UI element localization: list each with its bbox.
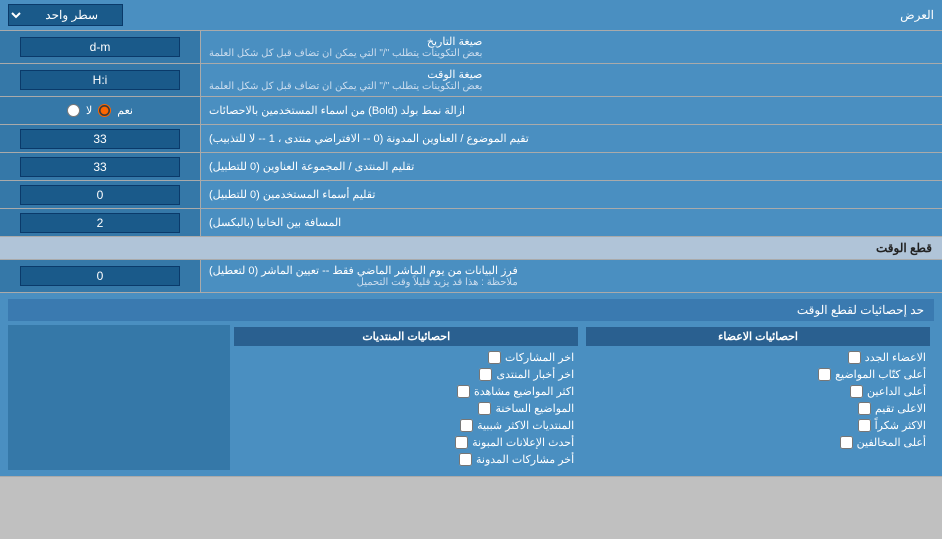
radio-no[interactable] — [67, 104, 80, 117]
forum-sort-row: تقليم المنتدى / المجموعة العناوين (0 للت… — [0, 153, 942, 181]
time-cut-header: قطع الوقت — [0, 237, 942, 260]
stat-most-thanks: الاكثر شكراً — [586, 417, 930, 434]
forum-stats-col: احصائيات المنتديات اخر المشاركات اخر أخب… — [230, 325, 582, 470]
cell-distance-row: المسافة بين الخانيا (بالبكسل) — [0, 209, 942, 237]
checkbox-popular-forums[interactable] — [460, 419, 473, 432]
stat-last-blog-posts: أخر مشاركات المدونة — [234, 451, 578, 468]
checkbox-last-news[interactable] — [479, 368, 492, 381]
stat-top-rated: الاعلى تقيم — [586, 400, 930, 417]
radio-yes-label: نعم — [117, 104, 133, 117]
checkbox-top-rated[interactable] — [858, 402, 871, 415]
header-row: العرض سطر واحد — [0, 0, 942, 31]
user-names-row: تقليم أسماء المستخدمين (0 للتطبيل) — [0, 181, 942, 209]
forum-sort-label: تقليم المنتدى / المجموعة العناوين (0 للت… — [200, 153, 942, 180]
date-format-row: صيغة التاريخ بعض التكوينات يتطلب "/" الت… — [0, 31, 942, 64]
checkbox-last-blog-posts[interactable] — [459, 453, 472, 466]
checkbox-new-members[interactable] — [848, 351, 861, 364]
topic-sort-row: تقيم الموضوع / العناوين المدونة (0 -- ال… — [0, 125, 942, 153]
radio-yes[interactable] — [98, 104, 111, 117]
forum-stats-header: احصائيات المنتديات — [234, 327, 578, 346]
checkbox-latest-announcements[interactable] — [455, 436, 468, 449]
stat-top-violations: أعلى المخالفين — [586, 434, 930, 451]
topic-sort-input-wrap — [0, 125, 200, 152]
member-stats-header: احصائيات الاعضاء — [586, 327, 930, 346]
time-format-input[interactable] — [20, 70, 180, 90]
checkbox-hot-topics[interactable] — [478, 402, 491, 415]
stat-hot-topics: المواضيع الساخنة — [234, 400, 578, 417]
user-names-input[interactable] — [20, 185, 180, 205]
stat-top-inviters: أعلى الداعين — [586, 383, 930, 400]
checkbox-most-thanks[interactable] — [858, 419, 871, 432]
date-format-input[interactable] — [20, 37, 180, 57]
date-format-label: صيغة التاريخ بعض التكوينات يتطلب "/" الت… — [200, 31, 942, 63]
stats-section: حد إحصائيات لقطع الوقت احصائيات الاعضاء … — [0, 293, 942, 477]
radio-no-label: لا — [86, 104, 92, 117]
time-format-label: صيغة الوقت بعض التكوينات يتطلب "/" التي … — [200, 64, 942, 96]
cell-distance-input-wrap — [0, 209, 200, 236]
checkbox-most-viewed[interactable] — [457, 385, 470, 398]
stats-section-title: حد إحصائيات لقطع الوقت — [8, 299, 934, 321]
bold-remove-label: ازالة نمط بولد (Bold) من اسماء المستخدمي… — [200, 97, 942, 124]
checkbox-last-posts[interactable] — [488, 351, 501, 364]
stat-latest-announcements: أحدث الإعلانات المبونة — [234, 434, 578, 451]
user-names-input-wrap — [0, 181, 200, 208]
stat-top-writers: أعلى كتّاب المواضيع — [586, 366, 930, 383]
date-format-input-wrap — [0, 31, 200, 63]
time-format-row: صيغة الوقت بعض التكوينات يتطلب "/" التي … — [0, 64, 942, 97]
dropdown-section: سطر واحد — [8, 4, 123, 26]
forum-sort-input[interactable] — [20, 157, 180, 177]
time-cut-input[interactable] — [20, 266, 180, 286]
stats-columns: احصائيات الاعضاء الاعضاء الجدد أعلى كتّا… — [8, 325, 934, 470]
cell-distance-label: المسافة بين الخانيا (بالبكسل) — [200, 209, 942, 236]
stat-most-viewed: اكثر المواضيع مشاهدة — [234, 383, 578, 400]
bold-remove-row: ازالة نمط بولد (Bold) من اسماء المستخدمي… — [0, 97, 942, 125]
header-label: العرض — [900, 8, 934, 22]
topic-sort-input[interactable] — [20, 129, 180, 149]
time-cut-label: فرز البيانات من يوم الماشر الماضي فقط --… — [200, 260, 942, 292]
time-format-input-wrap — [0, 64, 200, 96]
time-cut-input-wrap — [0, 260, 200, 292]
checkbox-top-violations[interactable] — [840, 436, 853, 449]
bold-radio-group: نعم لا — [59, 104, 141, 117]
topic-sort-label: تقيم الموضوع / العناوين المدونة (0 -- ال… — [200, 125, 942, 152]
forum-sort-input-wrap — [0, 153, 200, 180]
checkbox-top-inviters[interactable] — [850, 385, 863, 398]
member-stats-col: احصائيات الاعضاء الاعضاء الجدد أعلى كتّا… — [582, 325, 934, 470]
right-label-area — [8, 325, 230, 470]
checkbox-top-writers[interactable] — [818, 368, 831, 381]
display-select[interactable]: سطر واحد — [8, 4, 123, 26]
bold-remove-input-wrap: نعم لا — [0, 97, 200, 124]
stat-last-news: اخر أخبار المنتدى — [234, 366, 578, 383]
stat-new-members: الاعضاء الجدد — [586, 349, 930, 366]
stat-last-posts: اخر المشاركات — [234, 349, 578, 366]
main-container: العرض سطر واحد صيغة التاريخ بعض التكوينا… — [0, 0, 942, 477]
cell-distance-input[interactable] — [20, 213, 180, 233]
user-names-label: تقليم أسماء المستخدمين (0 للتطبيل) — [200, 181, 942, 208]
time-cut-row: فرز البيانات من يوم الماشر الماضي فقط --… — [0, 260, 942, 293]
stat-popular-forums: المنتديات الاكثر شببية — [234, 417, 578, 434]
